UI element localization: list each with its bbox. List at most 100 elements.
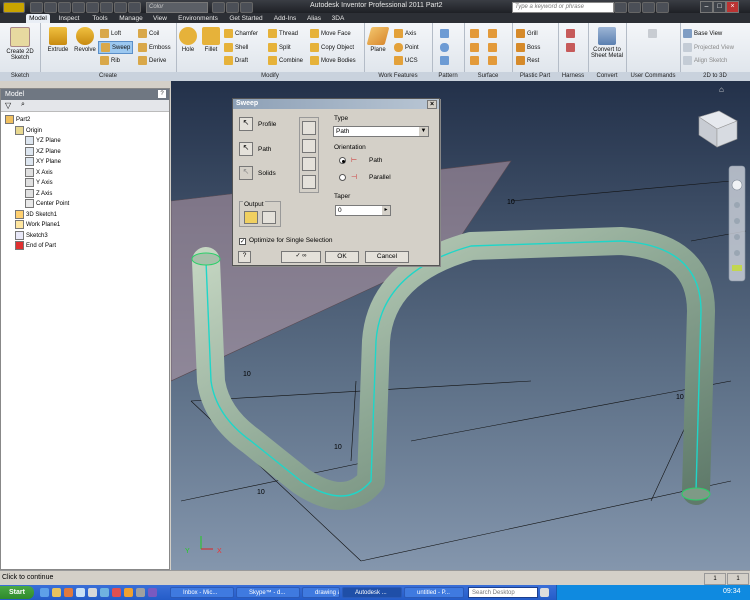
taskbar-item-skype[interactable]: Skype™ - d... (236, 587, 300, 598)
quicklaunch-icon[interactable] (100, 588, 109, 597)
axis-button[interactable]: Axis (394, 29, 416, 38)
find-icon[interactable]: ⌕ (21, 101, 25, 109)
tree-node[interactable]: XZ Plane (25, 146, 61, 156)
harness-icon[interactable] (566, 29, 577, 38)
search-input[interactable]: Type a keyword or phrase (512, 2, 614, 13)
update-icon[interactable] (128, 2, 141, 13)
grill-button[interactable]: Grill (516, 29, 538, 38)
tree-node[interactable]: End of Part (15, 241, 56, 250)
tab-add-ins[interactable]: Add-Ins (270, 14, 300, 23)
quicklaunch-icon[interactable] (124, 588, 133, 597)
optimize-checkbox[interactable]: ✓ (239, 238, 246, 245)
viewcube[interactable] (698, 110, 738, 148)
taskbar-item-drawing[interactable]: drawing a h... (302, 587, 340, 598)
quicklaunch-icon[interactable] (64, 588, 73, 597)
dimension-label[interactable]: 10 (676, 394, 684, 401)
minimize-button[interactable]: – (700, 1, 713, 13)
quicklaunch-icon[interactable] (76, 588, 85, 597)
projected-view-button[interactable]: Projected View (683, 43, 734, 52)
shell-button[interactable]: Shell (224, 43, 248, 52)
fillet-button[interactable]: Fillet (200, 27, 222, 53)
point-button[interactable]: Point (394, 43, 419, 52)
tab-view[interactable]: View (150, 14, 170, 23)
tree-node[interactable]: X Axis (25, 167, 53, 177)
base-view-button[interactable]: Base View (683, 29, 722, 38)
solids-select-button[interactable]: ↖ (239, 166, 253, 180)
dimension-label[interactable]: 10 (334, 444, 342, 451)
hole-button[interactable]: Hole (178, 27, 198, 53)
patch-icon[interactable] (488, 43, 499, 52)
convert-sheet-metal-button[interactable]: Convert to Sheet Metal (589, 27, 625, 59)
join-icon[interactable] (302, 121, 316, 135)
customize-icon[interactable] (240, 2, 253, 13)
ucs-button[interactable]: UCS (394, 56, 418, 65)
quicklaunch-icon[interactable] (136, 588, 145, 597)
tree-node[interactable]: Origin (15, 125, 42, 135)
help-icon[interactable] (656, 2, 669, 13)
communication-icon[interactable] (628, 2, 641, 13)
mirror-icon[interactable] (440, 56, 451, 65)
tab-manage[interactable]: Manage (116, 14, 146, 23)
path-select-button[interactable]: ↖ (239, 142, 253, 156)
color-dropdown[interactable]: Color (146, 2, 208, 13)
taper-input[interactable]: 0 ▸ (335, 205, 391, 216)
tree-node[interactable]: XY Plane (25, 157, 61, 166)
stitch-icon[interactable] (488, 29, 499, 38)
search-icon[interactable] (540, 588, 549, 597)
tab-inspect[interactable]: Inspect (54, 14, 84, 23)
tree-node[interactable]: Center Point (25, 199, 69, 208)
undo-icon[interactable] (72, 2, 85, 13)
copy-object-button[interactable]: Copy Object (310, 43, 354, 52)
maximize-button[interactable]: □ (713, 1, 726, 13)
steering-wheel-icon[interactable] (731, 179, 743, 191)
quicklaunch-icon[interactable] (40, 588, 49, 597)
create-2d-sketch-button[interactable]: Create 2D Sketch (3, 27, 37, 61)
ok-button[interactable]: OK (325, 251, 359, 263)
tree-node[interactable]: Part2 (5, 115, 30, 124)
circular-pattern-icon[interactable] (440, 43, 451, 52)
taskbar-item-autodesk[interactable]: Autodesk ... (342, 587, 402, 598)
measure-icon[interactable] (212, 2, 225, 13)
browser-help-icon[interactable]: ? (158, 90, 166, 98)
boss-button[interactable]: Boss (516, 43, 540, 52)
zoom-icon[interactable] (734, 218, 740, 224)
tree-node[interactable]: Sketch3 (15, 230, 48, 240)
tree-node[interactable]: Y Axis (25, 178, 53, 187)
rest-button[interactable]: Rest (516, 56, 539, 65)
sculpt-icon[interactable] (470, 43, 481, 52)
rectangular-pattern-icon[interactable] (440, 29, 451, 38)
add-icon[interactable] (226, 2, 239, 13)
filter-icon[interactable]: ▽ (5, 101, 11, 110)
align-sketch-button[interactable]: Align Sketch (683, 56, 727, 65)
taskbar-item-outlook[interactable]: Inbox - Mic... (170, 587, 234, 598)
app-menu-button[interactable] (3, 2, 25, 13)
help-icon[interactable]: ? (238, 251, 251, 263)
close-button[interactable]: × (726, 1, 739, 13)
search-icon[interactable] (614, 2, 627, 13)
pan-icon[interactable] (734, 202, 740, 208)
dimension-label[interactable]: 10 (257, 489, 265, 496)
sweep-button[interactable]: Sweep (98, 41, 134, 54)
output-surface-icon[interactable] (262, 211, 276, 224)
cancel-button[interactable]: Cancel (365, 251, 409, 263)
show-motion-icon[interactable] (732, 265, 742, 271)
output-solid-icon[interactable] (244, 211, 258, 224)
draft-button[interactable]: Draft (224, 56, 248, 65)
look-at-icon[interactable] (734, 250, 740, 256)
loft-button[interactable]: Loft (100, 29, 121, 38)
thread-button[interactable]: Thread (268, 29, 298, 38)
tab-get-started[interactable]: Get Started (226, 14, 266, 23)
harness-connector-icon[interactable] (566, 43, 577, 52)
orient-path-radio[interactable] (339, 157, 346, 164)
home-view-icon[interactable]: ⌂ (719, 85, 724, 94)
quicklaunch-icon[interactable] (52, 588, 61, 597)
dimension-label[interactable]: 10 (507, 199, 515, 206)
home-icon[interactable] (100, 2, 113, 13)
quicklaunch-icon[interactable] (88, 588, 97, 597)
tree-node[interactable]: Work Plane1 (15, 220, 60, 229)
save-icon[interactable] (58, 2, 71, 13)
extrude-button[interactable]: Extrude (46, 27, 70, 53)
user-command-icon[interactable] (648, 29, 659, 38)
split-button[interactable]: Split (268, 43, 291, 52)
start-button[interactable]: Start (0, 586, 34, 599)
